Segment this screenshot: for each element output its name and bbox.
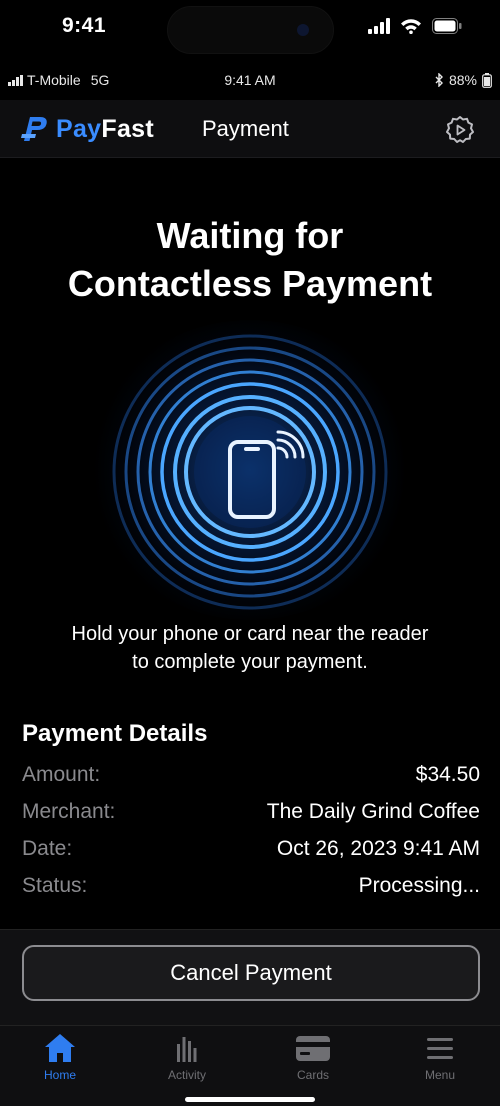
tab-activity[interactable]: Activity	[137, 1032, 237, 1082]
cellular-signal-icon	[368, 18, 390, 34]
detail-row-amount: Amount: $34.50	[22, 756, 480, 793]
tab-label: Home	[43, 1068, 76, 1082]
date-value: Oct 26, 2023 9:41 AM	[276, 836, 480, 860]
device-status-icons	[368, 18, 462, 34]
brand-name: PayFast	[56, 114, 154, 143]
contactless-pulse-graphic	[66, 319, 434, 620]
menu-icon	[427, 1038, 453, 1059]
card-icon	[296, 1036, 330, 1061]
app-header: PayFast Payment	[0, 100, 500, 158]
app-status-time: 9:41 AM	[224, 72, 276, 88]
device-time: 9:41	[62, 14, 107, 37]
battery-icon	[482, 72, 492, 88]
contactless-rings	[112, 334, 388, 610]
tab-cards[interactable]: Cards	[263, 1032, 363, 1082]
tab-home[interactable]: Home	[10, 1032, 110, 1082]
amount-value: $34.50	[415, 762, 480, 786]
app-status-bar: T-Mobile 5G 9:41 AM 88%	[0, 62, 500, 100]
detail-row-date: Date: Oct 26, 2023 9:41 AM	[22, 830, 480, 867]
tab-label: Activity	[167, 1068, 206, 1082]
device-status-bar: 9:41	[0, 0, 500, 62]
page-title: Payment	[202, 116, 289, 141]
payfast-logo-icon	[21, 117, 47, 141]
settings-button[interactable]	[444, 114, 476, 146]
payment-instruction: Hold your phone or card near the reader …	[71, 623, 429, 673]
activity-icon	[177, 1037, 197, 1062]
battery-percentage: 88%	[448, 72, 477, 88]
detail-label: Date:	[22, 836, 73, 860]
wifi-icon	[400, 18, 422, 34]
payment-details: Payment Details Amount: $34.50 Merchant:…	[22, 720, 480, 904]
tab-label: Cards	[296, 1068, 329, 1082]
detail-row-status: Status: Processing...	[22, 867, 480, 904]
home-icon	[45, 1034, 75, 1062]
battery-icon	[432, 18, 462, 34]
brand-logo[interactable]: PayFast	[20, 114, 154, 144]
waiting-title: Waiting for Contactless Payment	[67, 215, 433, 304]
payfast-app: T-Mobile 5G 9:41 AM 88% PayFast Payment	[0, 62, 500, 1106]
tab-menu[interactable]: Menu	[390, 1032, 490, 1082]
cancel-payment-button[interactable]: Cancel Payment	[22, 945, 480, 1001]
app-status-right: 88%	[435, 72, 492, 88]
payment-details-title: Payment Details	[22, 720, 208, 747]
action-area: Cancel Payment	[0, 929, 500, 1025]
detail-label: Status:	[22, 873, 88, 897]
status-value: Processing...	[358, 873, 480, 897]
tab-label: Menu	[424, 1068, 456, 1082]
detail-row-merchant: Merchant: The Daily Grind Coffee	[22, 793, 480, 830]
bluetooth-icon	[435, 73, 443, 87]
merchant-value: The Daily Grind Coffee	[266, 799, 480, 823]
dynamic-island	[167, 6, 334, 54]
gear-icon	[446, 116, 474, 143]
camera-icon	[297, 24, 309, 36]
tab-bar: Home Activity Cards Menu	[0, 1025, 500, 1106]
home-indicator[interactable]	[185, 1097, 315, 1102]
detail-label: Amount:	[22, 762, 101, 786]
detail-label: Merchant:	[22, 799, 116, 823]
